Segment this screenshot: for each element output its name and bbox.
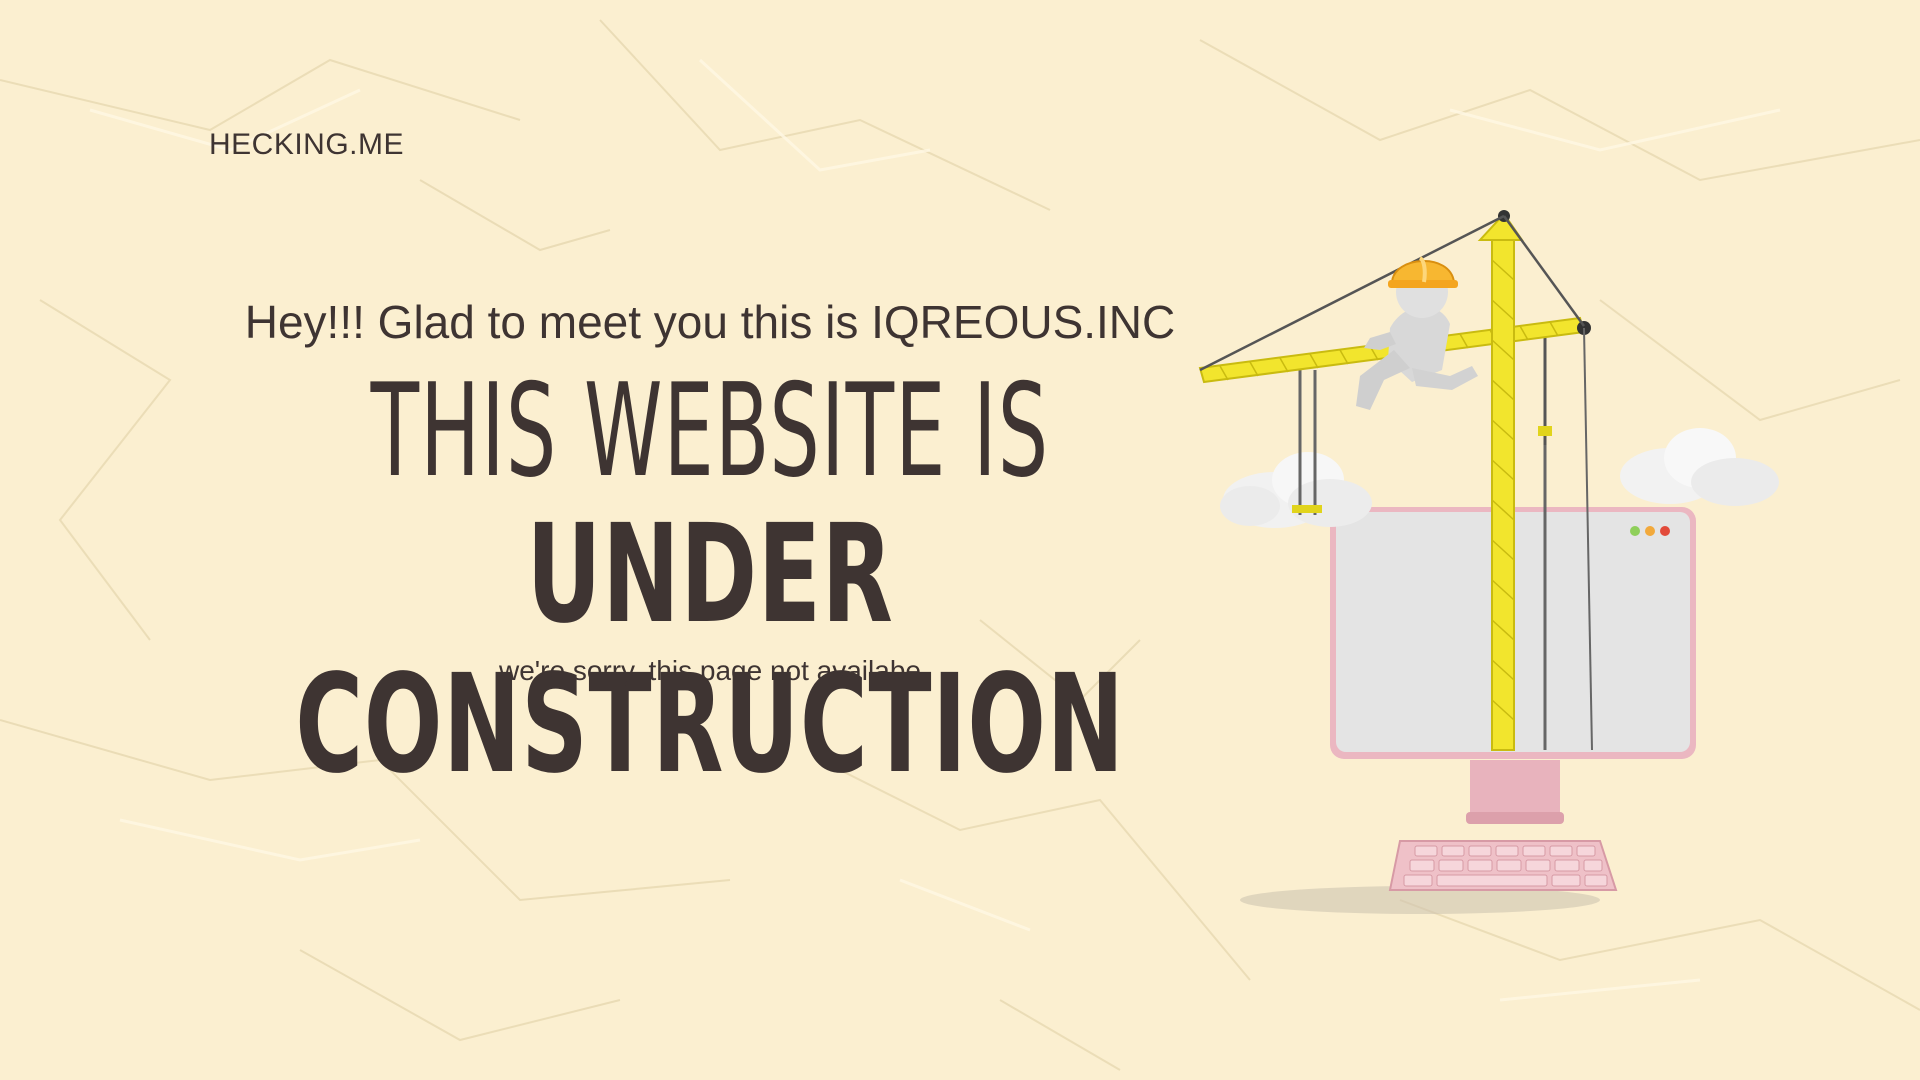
keyboard-icon — [1388, 840, 1618, 891]
brand-logo-text: HECKING.ME — [209, 128, 405, 161]
cloud-right-icon — [1620, 428, 1779, 506]
cloud-left-icon — [1220, 452, 1372, 528]
window-dot-yellow-icon — [1645, 526, 1655, 536]
monitor-stand-icon — [1466, 760, 1564, 824]
window-dot-green-icon — [1630, 526, 1640, 536]
construction-crane-computer-icon — [1198, 210, 1779, 914]
headline-line-1: THIS WEBSITE IS — [370, 357, 1050, 506]
headline-line-2: UNDER CONSTRUCTION — [295, 496, 1125, 804]
window-dot-red-icon — [1660, 526, 1670, 536]
